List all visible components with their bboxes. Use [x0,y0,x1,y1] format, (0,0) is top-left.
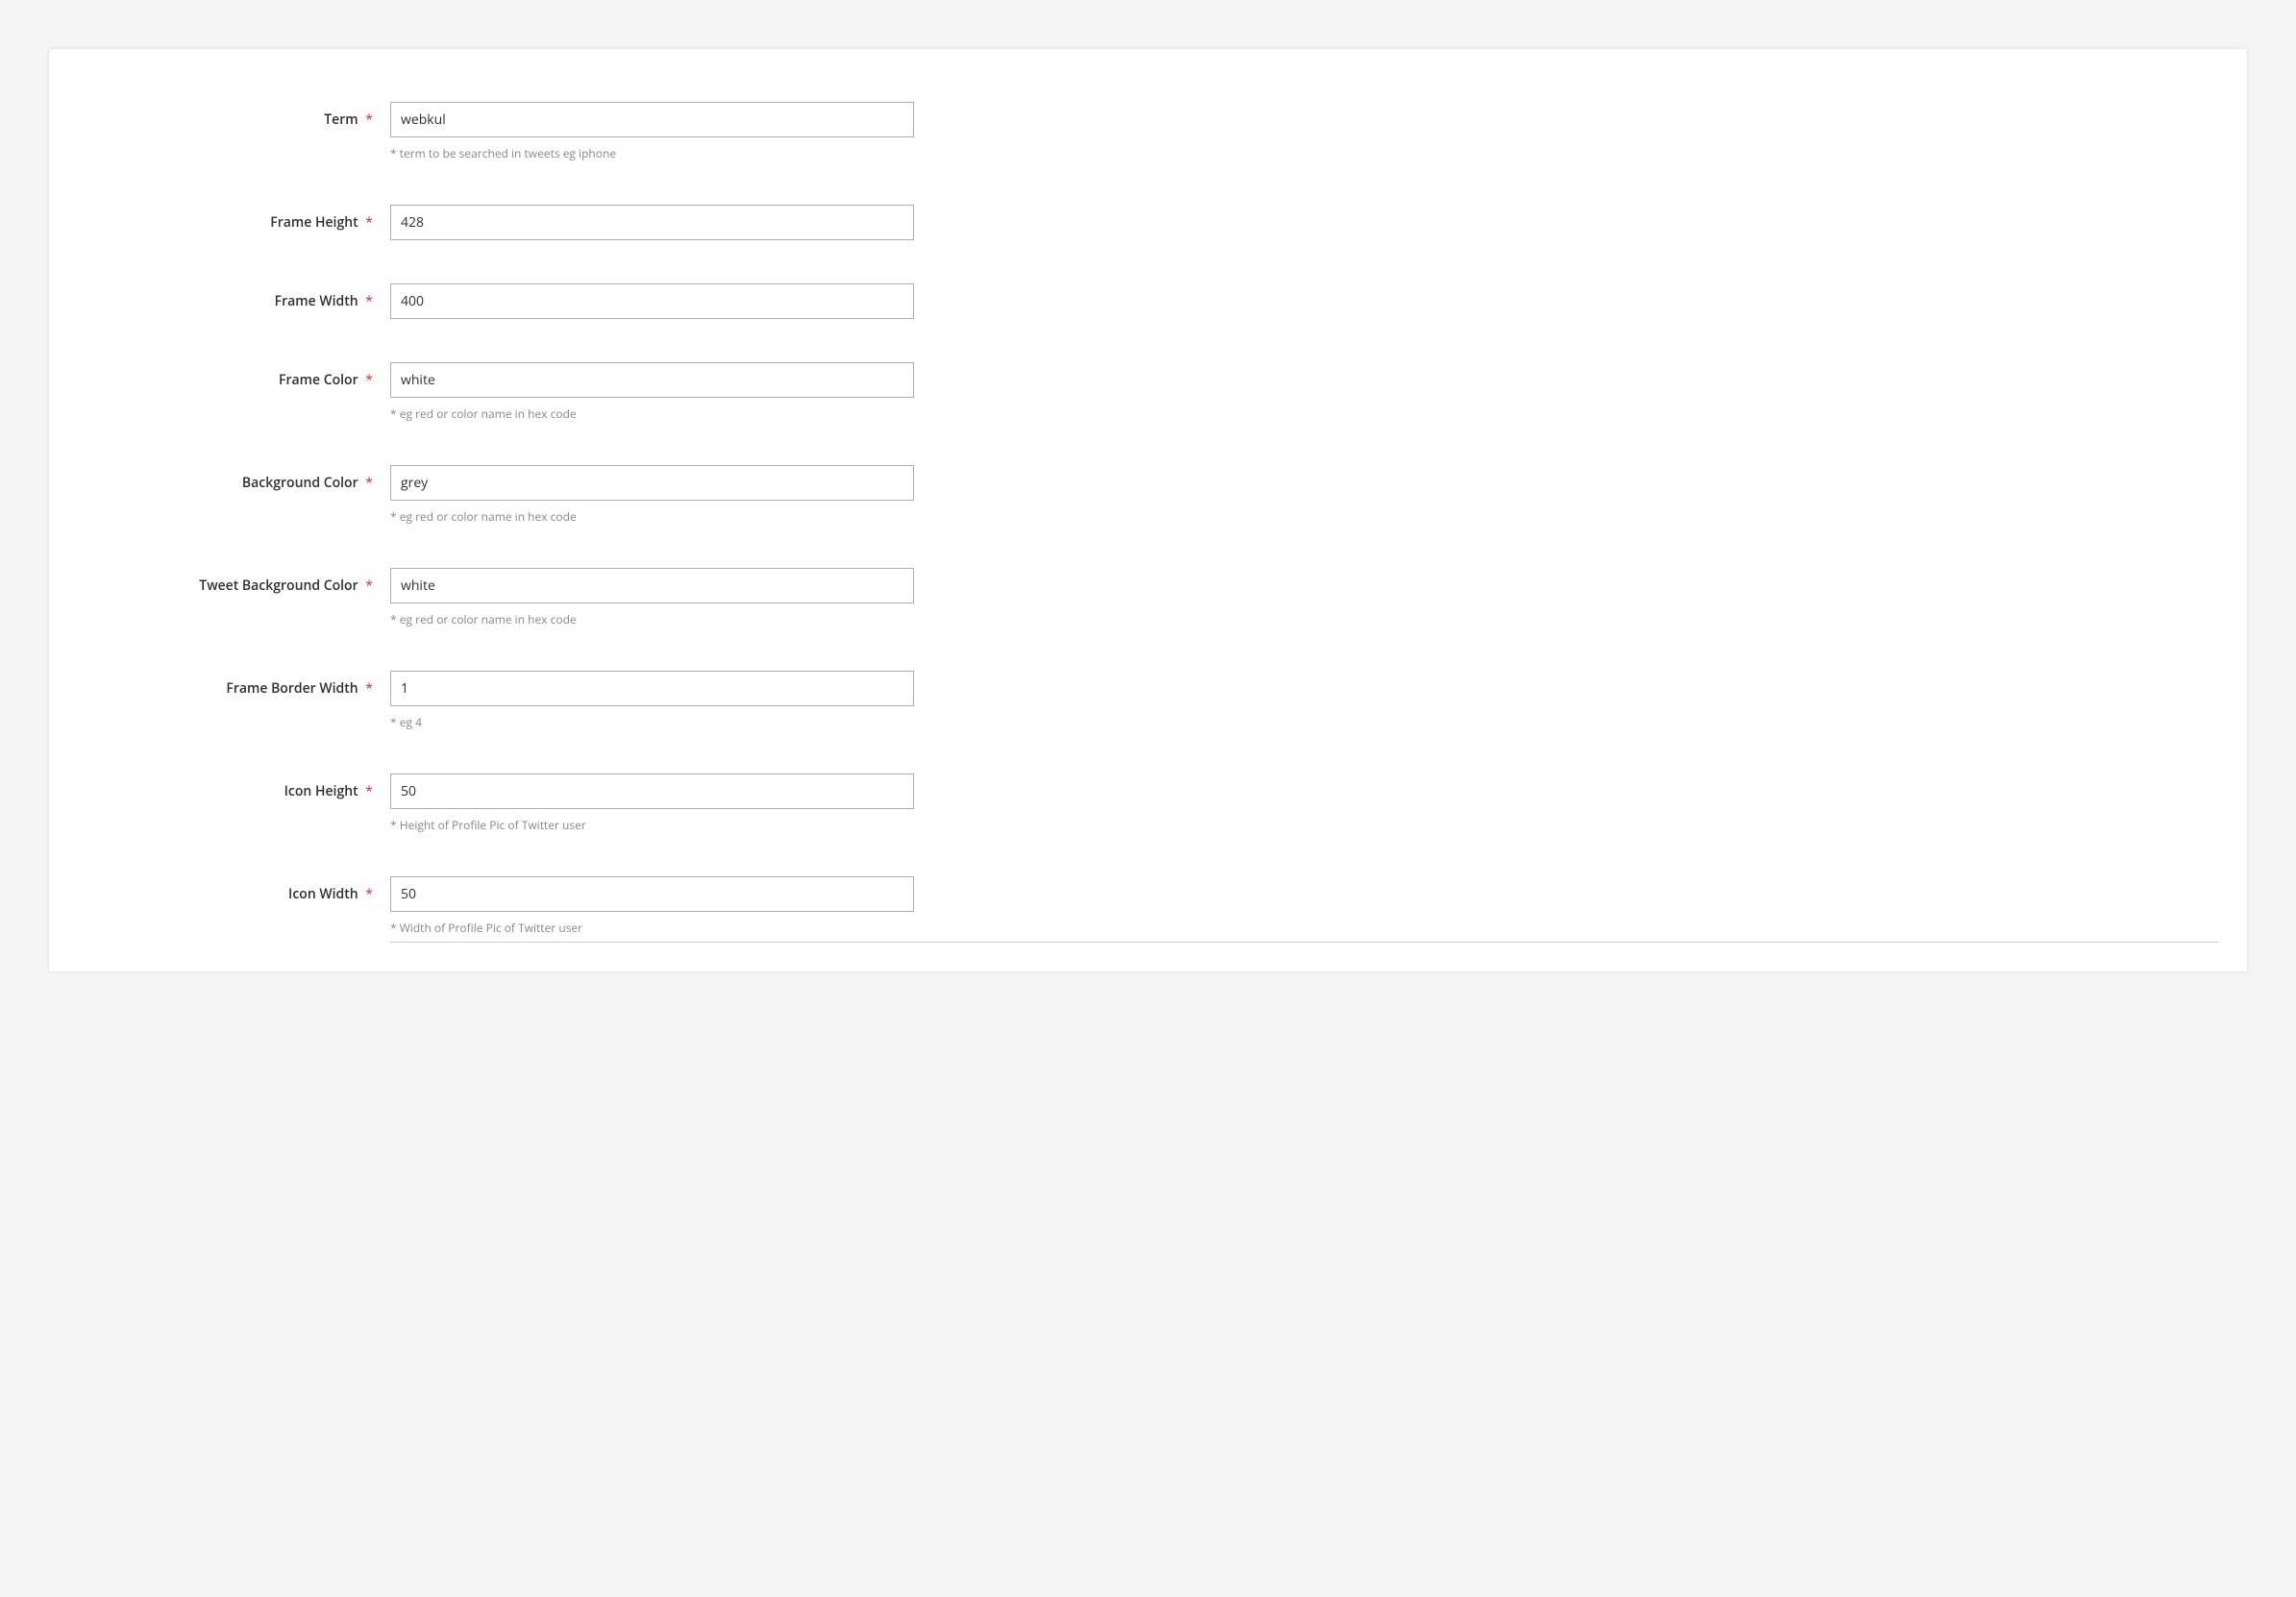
field-row-tweet-background-color: Tweet Background Color * * eg red or col… [78,568,2218,627]
field-row-frame-height: Frame Height * [78,205,2218,240]
label-text: Icon Width [288,885,358,903]
field-label-frame-color: Frame Color * [78,362,390,389]
field-row-icon-height: Icon Height * * Height of Profile Pic of… [78,774,2218,833]
icon-width-hint: * Width of Profile Pic of Twitter user [390,920,914,936]
field-label-tweet-background-color: Tweet Background Color * [78,568,390,595]
field-label-term: Term * [78,102,390,129]
label-text: Frame Border Width [226,679,358,698]
required-marker: * [365,474,373,492]
field-label-frame-border-width: Frame Border Width * [78,671,390,698]
field-label-frame-height: Frame Height * [78,205,390,232]
field-input-col-icon-height: * Height of Profile Pic of Twitter user [390,774,914,833]
field-input-col-frame-border-width: * eg 4 [390,671,914,730]
field-input-col-frame-color: * eg red or color name in hex code [390,362,914,422]
term-hint: * term to be searched in tweets eg iphon… [390,145,914,161]
field-row-frame-color: Frame Color * * eg red or color name in … [78,362,2218,422]
label-text: Frame Width [275,292,358,310]
label-text: Icon Height [284,782,358,800]
label-text: Frame Height [270,213,358,232]
icon-height-input[interactable] [390,774,914,809]
section-divider [390,942,2218,943]
frame-color-hint: * eg red or color name in hex code [390,405,914,422]
field-row-icon-width: Icon Width * * Width of Profile Pic of T… [78,876,2218,936]
tweet-background-color-hint: * eg red or color name in hex code [390,611,914,627]
term-input[interactable] [390,102,914,137]
frame-width-input[interactable] [390,283,914,319]
required-marker: * [365,577,373,595]
frame-border-width-input[interactable] [390,671,914,706]
field-row-frame-border-width: Frame Border Width * * eg 4 [78,671,2218,730]
field-label-frame-width: Frame Width * [78,283,390,310]
field-label-icon-width: Icon Width * [78,876,390,903]
frame-height-input[interactable] [390,205,914,240]
required-marker: * [365,213,373,232]
icon-height-hint: * Height of Profile Pic of Twitter user [390,817,914,833]
field-row-background-color: Background Color * * eg red or color nam… [78,465,2218,525]
icon-width-input[interactable] [390,876,914,912]
label-text: Term [324,111,358,129]
field-input-col-term: * term to be searched in tweets eg iphon… [390,102,914,161]
required-marker: * [365,782,373,800]
background-color-input[interactable] [390,465,914,501]
field-row-term: Term * * term to be searched in tweets e… [78,102,2218,161]
field-input-col-tweet-background-color: * eg red or color name in hex code [390,568,914,627]
frame-border-width-hint: * eg 4 [390,714,914,730]
required-marker: * [365,292,373,310]
label-text: Background Color [242,474,358,492]
field-input-col-icon-width: * Width of Profile Pic of Twitter user [390,876,914,936]
field-input-col-frame-height [390,205,914,240]
field-input-col-frame-width [390,283,914,319]
required-marker: * [365,111,373,129]
field-input-col-background-color: * eg red or color name in hex code [390,465,914,525]
field-row-frame-width: Frame Width * [78,283,2218,319]
frame-color-input[interactable] [390,362,914,398]
label-text: Frame Color [279,371,358,389]
required-marker: * [365,885,373,903]
tweet-background-color-input[interactable] [390,568,914,603]
field-label-background-color: Background Color * [78,465,390,492]
background-color-hint: * eg red or color name in hex code [390,508,914,525]
settings-panel: Term * * term to be searched in tweets e… [48,48,2248,972]
required-marker: * [365,679,373,698]
required-marker: * [365,371,373,389]
label-text: Tweet Background Color [199,577,358,595]
field-label-icon-height: Icon Height * [78,774,390,800]
